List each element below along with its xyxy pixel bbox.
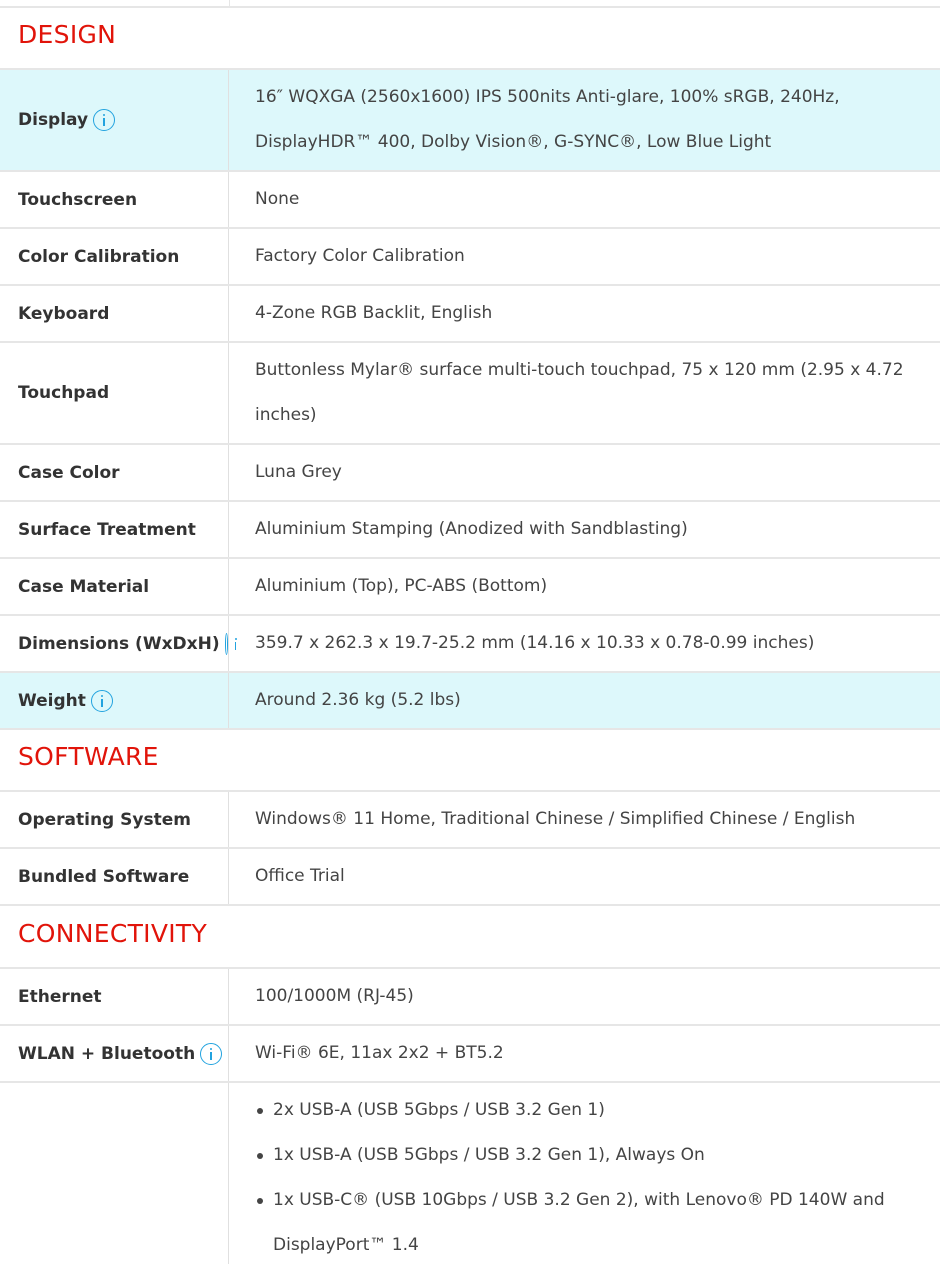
ports-list: 2x USB-A (USB 5Gbps / USB 3.2 Gen 1) 1x … [255,1088,910,1264]
list-item: 1x USB-C® (USB 10Gbps / USB 3.2 Gen 2), … [255,1178,910,1264]
spec-value: Aluminium Stamping (Anodized with Sandbl… [255,519,688,539]
section-title-software: SOFTWARE [18,742,159,771]
spec-row-wlan-bluetooth: WLAN + Bluetooth Wi-Fi® 6E, 11ax 2x2 + B… [0,1026,940,1083]
spec-row-bundled-software: Bundled Software Office Trial [0,849,940,906]
spec-row-surface-treatment: Surface Treatment Aluminium Stamping (An… [0,502,940,559]
spec-label: Color Calibration [0,229,229,284]
spec-value: Luna Grey [255,462,342,482]
info-icon[interactable] [200,1042,223,1065]
spec-label: Dimensions (WxDxH) [18,633,220,654]
section-title-design: DESIGN [18,20,117,49]
spec-value: Wi-Fi® 6E, 11ax 2x2 + BT5.2 [255,1043,504,1063]
spec-row-case-material: Case Material Aluminium (Top), PC-ABS (B… [0,559,940,616]
spec-value: 16″ WQXGA (2560x1600) IPS 500nits Anti-g… [255,87,840,152]
spec-row-keyboard: Keyboard 4-Zone RGB Backlit, English [0,286,940,343]
spec-row-touchscreen: Touchscreen None [0,172,940,229]
spec-value: Factory Color Calibration [255,246,465,266]
spec-value: None [255,189,300,209]
list-item: 2x USB-A (USB 5Gbps / USB 3.2 Gen 1) [255,1088,910,1133]
spec-label: Surface Treatment [0,502,229,557]
spec-label: Touchpad [0,343,229,443]
spec-value: Around 2.36 kg (5.2 lbs) [255,690,461,710]
previous-row-edge [0,0,940,8]
spec-label: Keyboard [0,286,229,341]
spec-label: Display [18,110,89,130]
spec-row-ports: 2x USB-A (USB 5Gbps / USB 3.2 Gen 1) 1x … [0,1083,940,1264]
spec-label: Touchscreen [0,172,229,227]
info-icon[interactable] [93,109,116,131]
info-icon[interactable] [90,689,113,712]
spec-label: Bundled Software [0,849,229,904]
spec-value: 359.7 x 262.3 x 19.7-25.2 mm (14.16 x 10… [255,633,815,653]
spec-row-dimensions: Dimensions (WxDxH) 359.7 x 262.3 x 19.7-… [0,616,940,673]
info-icon[interactable] [224,632,239,655]
spec-label: Operating System [0,792,229,847]
list-item: 1x USB-A (USB 5Gbps / USB 3.2 Gen 1), Al… [255,1133,910,1178]
spec-row-color-calibration: Color Calibration Factory Color Calibrat… [0,229,940,286]
spec-value: Office Trial [255,866,345,886]
spec-row-case-color: Case Color Luna Grey [0,445,940,502]
spec-value: Windows® 11 Home, Traditional Chinese / … [255,809,856,829]
spec-row-touchpad: Touchpad Buttonless Mylar® surface multi… [0,343,940,445]
spec-label: Weight [18,690,86,711]
spec-value: Aluminium (Top), PC-ABS (Bottom) [255,576,548,596]
spec-row-operating-system: Operating System Windows® 11 Home, Tradi… [0,790,940,849]
spec-label: Case Material [0,559,229,614]
spec-value: 100/1000M (RJ-45) [255,986,414,1006]
spec-label: Ethernet [0,969,229,1024]
spec-row-display: Display 16″ WQXGA (2560x1600) IPS 500nit… [0,68,940,172]
spec-label-empty [0,1083,229,1264]
section-title-connectivity: CONNECTIVITY [18,919,208,948]
spec-label: WLAN + Bluetooth [18,1043,196,1064]
spec-value: 4-Zone RGB Backlit, English [255,303,493,323]
spec-row-ethernet: Ethernet 100/1000M (RJ-45) [0,967,940,1026]
spec-label: Case Color [0,445,229,500]
spec-value: Buttonless Mylar® surface multi-touch to… [255,360,904,425]
spec-row-weight: Weight Around 2.36 kg (5.2 lbs) [0,673,940,730]
